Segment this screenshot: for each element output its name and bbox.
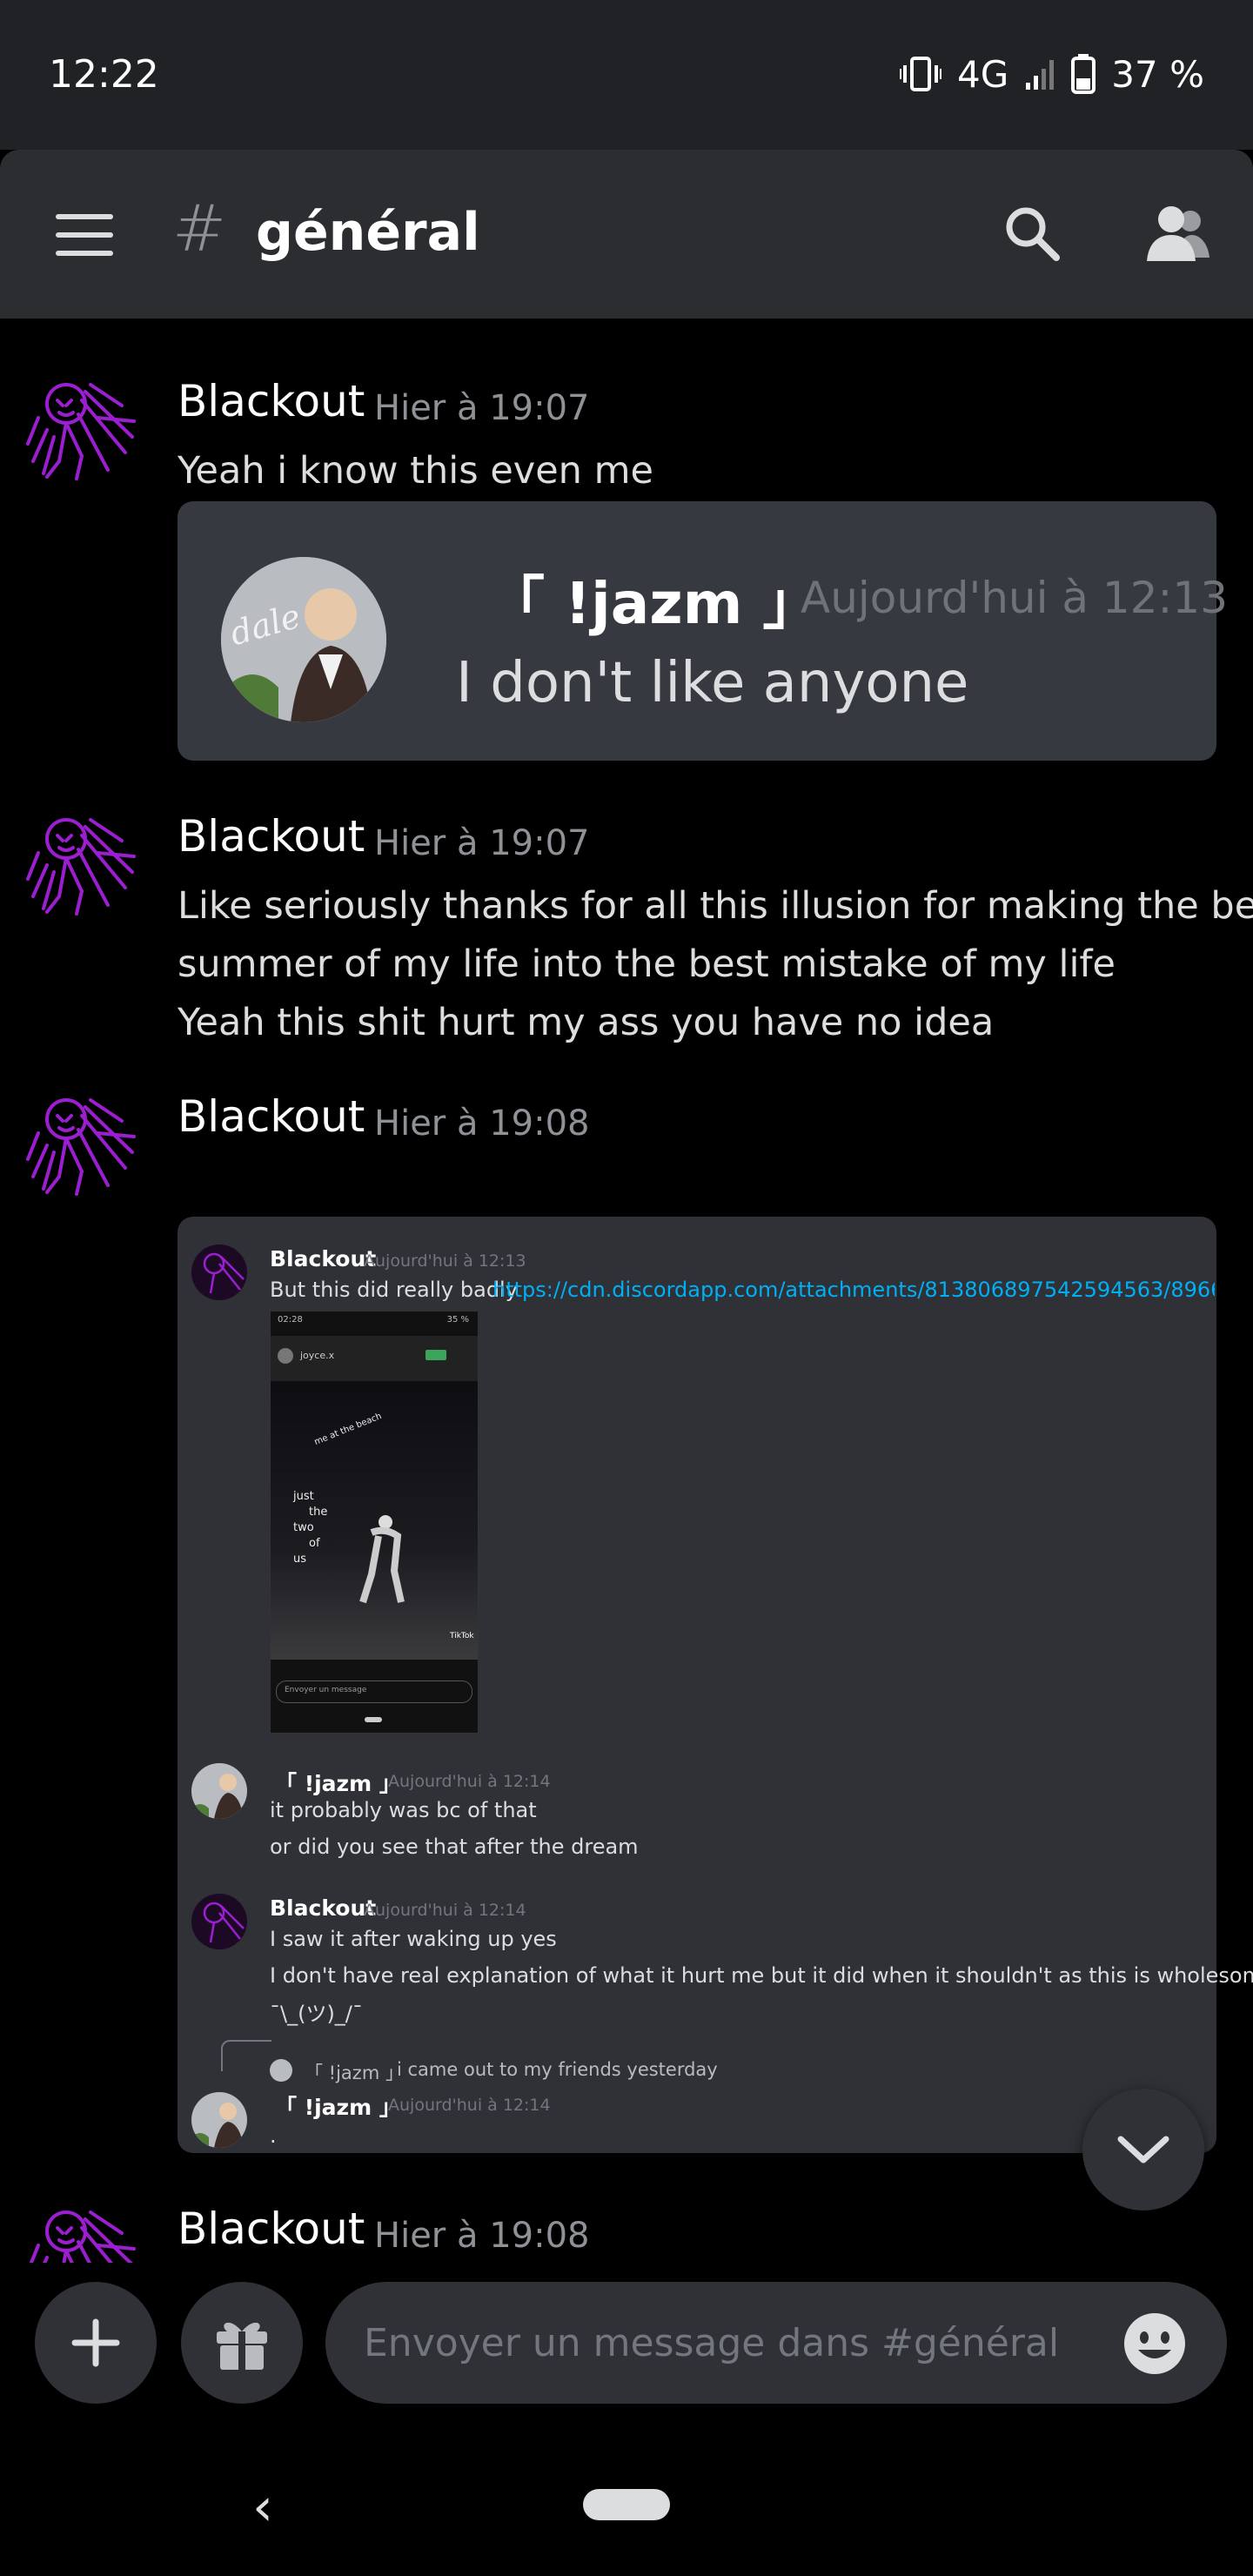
channel-title: général — [256, 202, 480, 263]
channel-hash-icon: # — [172, 191, 227, 266]
mini-text: or did you see that after the dream — [270, 1835, 639, 1859]
phone-composer-placeholder: Envoyer un message — [285, 1686, 367, 1694]
mini-avatar — [191, 1894, 247, 1949]
plus-icon — [71, 2318, 120, 2367]
message-timestamp: Hier à 19:07 — [374, 388, 590, 428]
message-username[interactable]: Blackout — [178, 376, 365, 426]
message-text: Yeah i know this even me — [178, 449, 653, 493]
reply-connector — [221, 2040, 271, 2071]
quote-text: I don't like anyone — [456, 651, 969, 715]
reply-avatar — [270, 2059, 292, 2082]
message-text: summer of my life into the best mistake … — [178, 943, 1116, 986]
quote-timestamp: Aujourd'hui à 12:13 — [801, 573, 1229, 623]
mini-avatar — [191, 1763, 247, 1819]
reply-text: i came out to my friends yesterday — [397, 2059, 718, 2080]
home-pill[interactable] — [583, 2489, 670, 2520]
mini-username: 「 !jazm 」 — [275, 1771, 401, 1796]
mini-link[interactable]: https://cdn.discordapp.com/attachments/8… — [492, 1278, 1215, 1302]
mini-text: ¯\_(ツ)_/¯ — [270, 2002, 363, 2026]
message-timestamp: Hier à 19:08 — [374, 1104, 590, 1144]
message-username[interactable]: Blackout — [178, 2204, 365, 2254]
reply-username: 「 !jazm 」 — [305, 2063, 404, 2083]
phone-time: 02:28 — [278, 1315, 303, 1325]
phone-screenshot: 02:28 35 % joyce.x me at the beach just … — [270, 1311, 479, 1734]
back-button[interactable]: ‹ — [252, 2477, 273, 2538]
phone-contact: joyce.x — [300, 1350, 335, 1361]
emoji-button[interactable] — [1122, 2311, 1187, 2379]
menu-icon[interactable] — [56, 214, 113, 256]
gift-icon — [217, 2322, 267, 2370]
mini-timestamp: Aujourd'hui à 12:14 — [364, 1901, 526, 1920]
mini-text: But this did really badly — [270, 1278, 518, 1302]
phone-lyric: us — [293, 1553, 307, 1566]
signal-icon — [1026, 60, 1055, 90]
message-timestamp: Hier à 19:08 — [374, 2216, 590, 2256]
search-icon[interactable] — [1002, 204, 1062, 263]
mini-avatar — [191, 2092, 247, 2148]
gift-button[interactable] — [181, 2282, 303, 2404]
message-text: Like seriously thanks for all this illus… — [178, 884, 1253, 928]
avatar[interactable] — [21, 801, 139, 922]
avatar[interactable] — [21, 2193, 139, 2263]
phone-lyric: the — [309, 1506, 328, 1519]
vibrate-icon — [900, 57, 942, 91]
message-username[interactable]: Blackout — [178, 811, 365, 862]
mini-avatar — [191, 1244, 247, 1300]
mini-text: I don't have real explanation of what it… — [270, 1963, 1253, 1988]
phone-video-icon — [425, 1350, 446, 1360]
tiktok-watermark: TikTok — [450, 1632, 474, 1640]
phone-lyric: just — [293, 1490, 314, 1503]
avatar[interactable] — [21, 366, 139, 487]
battery-icon — [1071, 54, 1096, 94]
phone-lyric: of — [309, 1537, 320, 1550]
message-input[interactable] — [325, 2282, 1227, 2404]
network-label: 4G — [957, 52, 1009, 96]
quote-avatar: dale — [221, 557, 386, 722]
message-username[interactable]: Blackout — [178, 1091, 365, 1142]
mini-text: . — [270, 2123, 277, 2148]
phone-lyrics: just the two of us — [293, 1489, 327, 1567]
mini-username: Blackout — [270, 1895, 377, 1921]
battery-level: 37 % — [1111, 52, 1204, 96]
phone-contact-avatar — [278, 1348, 293, 1364]
mini-timestamp: Aujourd'hui à 12:14 — [388, 2096, 551, 2115]
status-time: 12:22 — [49, 52, 159, 97]
emoji-icon — [1124, 2313, 1185, 2374]
mini-timestamp: Aujourd'hui à 12:14 — [388, 1772, 551, 1791]
quote-username: 「 !jazm 」 — [487, 570, 821, 637]
phone-lyric: two — [293, 1521, 314, 1534]
avatar[interactable] — [21, 1081, 139, 1203]
scroll-to-bottom-button[interactable] — [1082, 2089, 1204, 2210]
message-timestamp: Hier à 19:07 — [374, 823, 590, 863]
chevron-down-icon — [1117, 2136, 1169, 2163]
message-text: Yeah this shit hurt my ass you have no i… — [178, 1001, 995, 1044]
dancing-couple-figure — [359, 1515, 405, 1604]
mini-text: I saw it after waking up yes — [270, 1927, 557, 1951]
phone-status: 35 % — [446, 1315, 469, 1325]
members-icon[interactable] — [1145, 204, 1211, 263]
mini-username: 「 !jazm 」 — [275, 2095, 401, 2120]
mini-text: it probably was bc of that — [270, 1798, 537, 1822]
mini-timestamp: Aujourd'hui à 12:13 — [364, 1251, 526, 1271]
phone-home-pill — [365, 1717, 382, 1722]
status-indicators: 4G 37 % — [900, 52, 1204, 96]
add-attachment-button[interactable] — [35, 2282, 157, 2404]
mini-username: Blackout — [270, 1246, 377, 1271]
